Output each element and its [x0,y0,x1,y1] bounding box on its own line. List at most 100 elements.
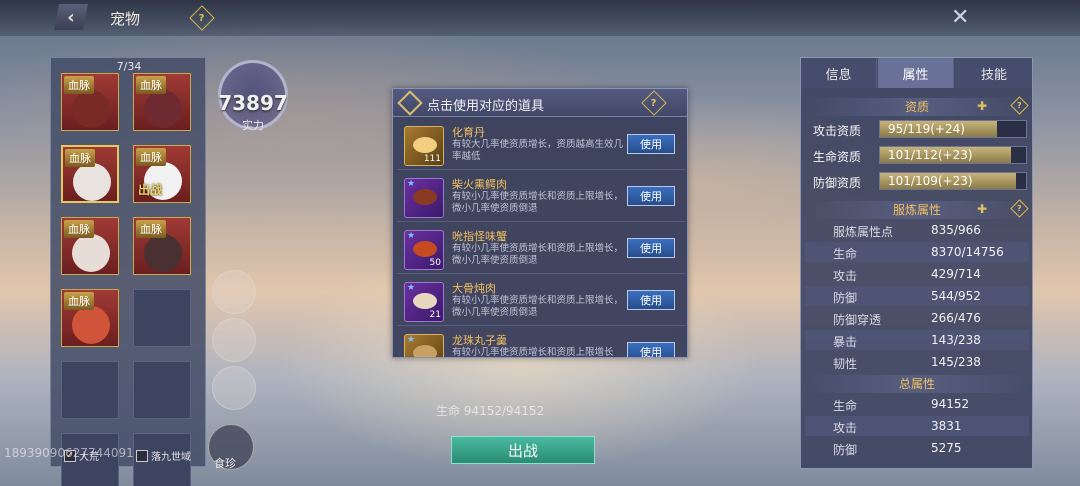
filter-checkbox-region[interactable]: 落九世域 [136,448,191,463]
talisman-icon[interactable] [212,318,256,362]
stat-row: 暴击 143/238 [805,330,1029,350]
star-icon: ★ [407,231,416,241]
stat-label: 生命 [833,247,858,261]
food-item-icon: ★ 50 [404,230,444,270]
power-value: 73897 [218,91,288,115]
item-row: ★ 21 大骨炖肉 有较小几率使资质增长和资质上限增长，微小几率使资质倒退 使用 [397,276,685,326]
bloodline-badge: 血脉 [65,149,95,167]
pet-slot-empty[interactable] [133,361,191,419]
pet-slot-empty[interactable] [133,289,191,347]
scroll-icon[interactable] [212,366,256,410]
deployed-tag: 出战 [138,183,163,197]
pet-portrait [72,234,110,272]
power-label: 实力 [242,119,264,132]
stat-value: 835/966 [931,223,981,237]
item-description: 有较小几率使资质增长和资质上限增长，微小几率使资质倒退 [452,295,624,318]
item-name: 大骨炖肉 [452,282,496,295]
popup-header: 点击使用对应的道具 ? [393,89,687,117]
total-heading: 总属性 [805,375,1029,393]
feed-label: 食珍 [214,457,236,470]
bloodline-badge: 血脉 [64,220,94,238]
pet-portrait [72,90,110,128]
stat-row: 韧性 145/238 [805,352,1029,372]
item-description: 有较小几率使资质增长和资质上限增长，微小几率使资质倒退 [452,243,624,266]
item-name: 化育丹 [452,126,485,139]
food-image [413,345,437,357]
watermark-text: 18939090627744091 [4,446,134,460]
popup-help-icon[interactable]: ? [641,90,667,116]
item-row: ★ 柴火熏鳄肉 有较小几率使资质增长和资质上限增长，微小几率使资质倒退 使用 [397,172,685,222]
stat-row: 服炼属性点 835/966 [805,220,1029,240]
stat-label: 攻击 [833,421,858,435]
star-icon: ★ [407,179,416,189]
tab-info[interactable]: 信息 [801,58,877,88]
pet-portrait [73,163,111,201]
back-button[interactable]: ‹ [54,4,88,30]
tab-attributes[interactable]: 属性 [878,58,954,88]
stat-value: 429/714 [931,267,981,281]
stat-row: 防御 5275 [805,438,1029,458]
item-row: ★ 50 吮指怪味蟹 有较小几率使资质增长和资质上限增长，微小几率使资质倒退 使用 [397,224,685,274]
stat-value: 544/952 [931,289,981,303]
use-item-button[interactable]: 使用 [627,186,675,206]
plus-icon[interactable]: ✚ [977,99,987,113]
close-icon[interactable]: ✕ [951,5,969,30]
pet-slot[interactable]: 血脉 出战 [133,145,191,203]
aptitude-value: 101/112(+23) [888,148,973,162]
item-row: ★ 龙珠丸子羹 有较小几率使资质增长和资质上限增长 使用 [397,328,685,357]
diamond-logo-icon [397,90,423,116]
pet-count: 7/34 [116,60,142,73]
pet-slot[interactable]: 血脉 [61,289,119,347]
refine-heading: 服炼属性 [805,201,1029,219]
pet-slot[interactable]: 血脉 [61,73,119,131]
help-icon[interactable]: ? [189,5,215,31]
tab-skills[interactable]: 技能 [955,58,1032,88]
stat-value: 8370/14756 [931,245,1004,259]
chevron-left-icon: ‹ [67,6,75,28]
filter-label: 落九世域 [151,452,191,463]
bloodline-badge: 血脉 [136,220,166,238]
stat-label: 生命 [833,399,858,413]
star-icon: ★ [407,335,416,345]
stat-row: 攻击 429/714 [805,264,1029,284]
use-item-button[interactable]: 使用 [627,342,675,357]
stat-value: 145/238 [931,355,981,369]
stat-row: 生命 8370/14756 [805,242,1029,262]
aptitude-label: 生命资质 [813,150,862,164]
stat-label: 服炼属性点 [833,225,894,239]
food-item-icon: ★ [404,334,444,357]
deploy-button[interactable]: 出战 [451,436,595,464]
food-image [413,189,437,205]
food-item-icon: 111 [404,126,444,166]
plus-icon[interactable]: ✚ [977,202,987,216]
item-description: 有较小几率使资质增长和资质上限增长，微小几率使资质倒退 [452,191,624,214]
popup-title: 点击使用对应的道具 [427,99,545,114]
pet-slot[interactable]: 血脉 [133,217,191,275]
bloodline-badge: 血脉 [64,292,94,310]
stat-value: 3831 [931,419,962,433]
food-image [413,241,437,257]
pet-portrait [72,306,110,344]
stat-row: 防御 544/952 [805,286,1029,306]
use-item-button[interactable]: 使用 [627,238,675,258]
use-item-button[interactable]: 使用 [627,290,675,310]
aptitude-value: 101/109(+23) [888,174,973,188]
aptitude-label: 防御资质 [813,176,862,190]
checkbox-empty-icon [136,449,148,462]
pet-slot[interactable]: 血脉 [61,217,119,275]
bloodline-badge: 血脉 [136,148,166,166]
page-title: 宠物 [110,10,141,28]
item-name: 吮指怪味蟹 [452,230,507,243]
item-use-popup: 点击使用对应的道具 ? 111 化育丹 有较大几率使资质增长，资质越高生效几率越低使… [392,88,688,358]
item-name: 柴火熏鳄肉 [452,178,507,191]
food-image [413,137,437,153]
stat-label: 防御穿透 [833,313,882,327]
use-item-button[interactable]: 使用 [627,134,675,154]
pet-slot-empty[interactable] [61,361,119,419]
item-row: 111 化育丹 有较大几率使资质增长，资质越高生效几率越低 使用 [397,120,685,170]
pet-slot[interactable]: 血脉 [133,73,191,131]
food-item-icon: ★ 21 [404,282,444,322]
pet-slot[interactable]: 血脉 [61,145,119,203]
skill-book-icon[interactable] [212,270,256,314]
stat-row: 攻击 3831 [805,416,1029,436]
